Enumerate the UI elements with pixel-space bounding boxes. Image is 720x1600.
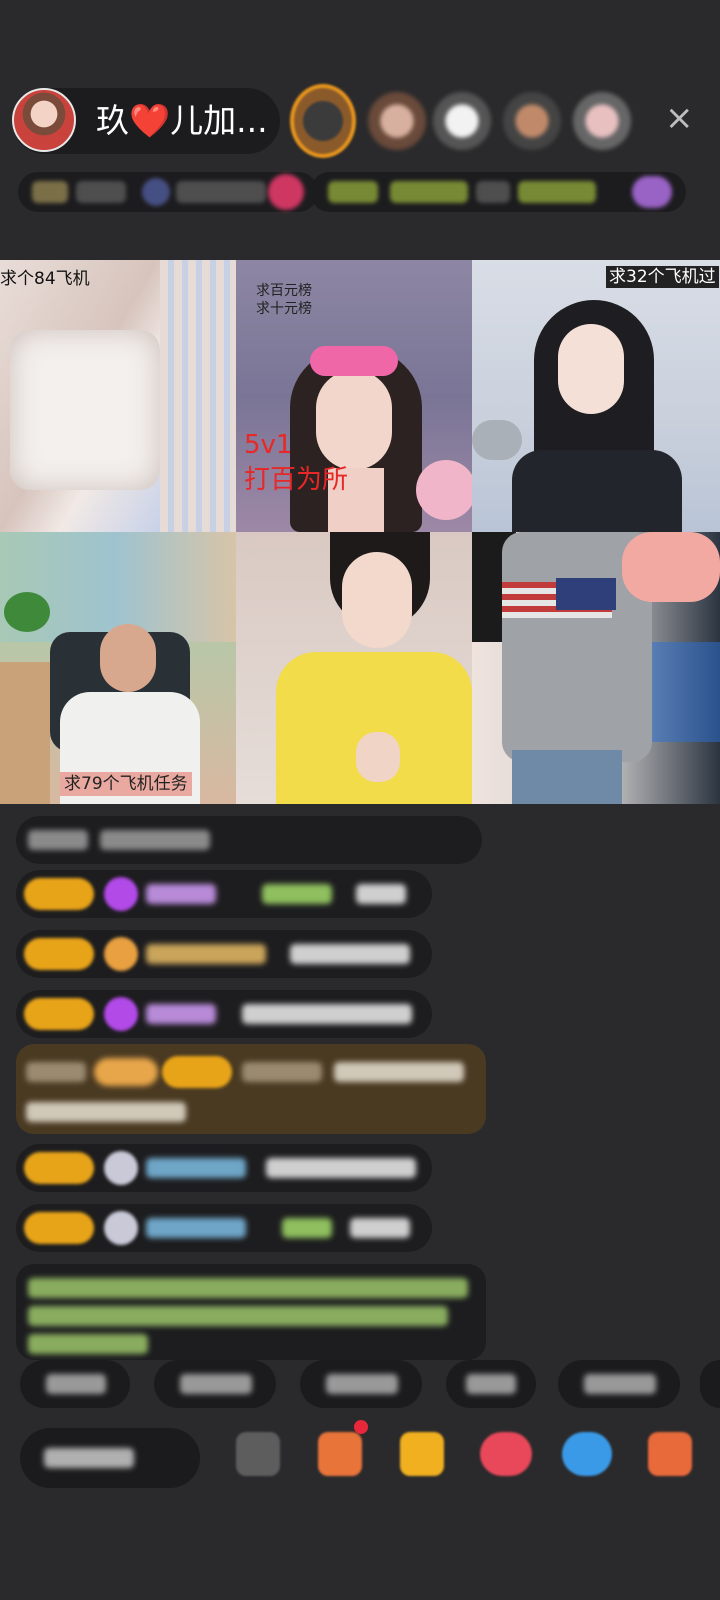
- interaction-icon[interactable]: [480, 1432, 532, 1476]
- tile-2-caption-top2: 求十元榜: [256, 301, 312, 317]
- host-name-suffix: 儿加...: [170, 101, 268, 140]
- shop-icon[interactable]: [318, 1432, 362, 1476]
- close-icon[interactable]: ×: [665, 98, 694, 138]
- host-avatar[interactable]: [12, 88, 76, 152]
- top-viewer-avatar-4[interactable]: [503, 92, 561, 150]
- chat-message[interactable]: [16, 990, 432, 1038]
- chat-message[interactable]: [16, 1204, 432, 1252]
- tile-1-caption: 求个84飞机: [0, 269, 90, 289]
- chat-message[interactable]: [16, 1144, 432, 1192]
- tile-4-caption: 求79个飞机任务: [60, 772, 192, 796]
- emoji-icon[interactable]: [236, 1432, 280, 1476]
- quick-reply-chip[interactable]: [300, 1360, 422, 1408]
- quick-reply-chip[interactable]: [20, 1360, 130, 1408]
- quick-reply-chip[interactable]: [154, 1360, 276, 1408]
- tile-3-caption: 求32个飞机过: [606, 266, 719, 288]
- chat-notice-message: [16, 1264, 486, 1360]
- quick-reply-chip[interactable]: [446, 1360, 536, 1408]
- tile-2-overlay: 5v1: [244, 430, 293, 460]
- host-name-prefix: 玖: [96, 101, 129, 140]
- chat-system-message: [16, 816, 482, 864]
- gift-box-icon[interactable]: [400, 1432, 444, 1476]
- comment-input[interactable]: [20, 1428, 200, 1488]
- video-tile-3[interactable]: 求32个飞机过: [472, 260, 720, 532]
- tile-2-overlay2: 打百为所: [244, 465, 349, 495]
- top-viewer-avatar-1[interactable]: [290, 84, 356, 158]
- more-icon[interactable]: [648, 1432, 692, 1476]
- host-name[interactable]: 玖❤️儿加...: [96, 100, 268, 142]
- quick-reply-chip[interactable]: [558, 1360, 680, 1408]
- share-icon[interactable]: [562, 1432, 612, 1476]
- chat-message[interactable]: [16, 870, 432, 918]
- top-viewer-avatar-5[interactable]: [573, 92, 631, 150]
- quick-reply-chip[interactable]: [700, 1360, 720, 1408]
- rank-badges-row[interactable]: [18, 172, 318, 212]
- notification-dot: [354, 1420, 368, 1434]
- rank-tags-row[interactable]: [310, 172, 686, 212]
- top-viewer-avatar-2[interactable]: [368, 92, 426, 150]
- video-tile-6[interactable]: [472, 532, 720, 804]
- video-tile-5[interactable]: [236, 532, 472, 804]
- video-tile-4[interactable]: 求79个飞机任务: [0, 532, 236, 804]
- heart-icon: ❤️: [129, 101, 171, 140]
- chat-highlight-message[interactable]: [16, 1044, 486, 1134]
- video-tile-2[interactable]: 求百元榜 求十元榜 5v1 打百为所: [236, 260, 472, 532]
- video-tile-1[interactable]: 求个84飞机: [0, 260, 236, 532]
- top-viewer-avatar-3[interactable]: [433, 92, 491, 150]
- chat-message[interactable]: [16, 930, 432, 978]
